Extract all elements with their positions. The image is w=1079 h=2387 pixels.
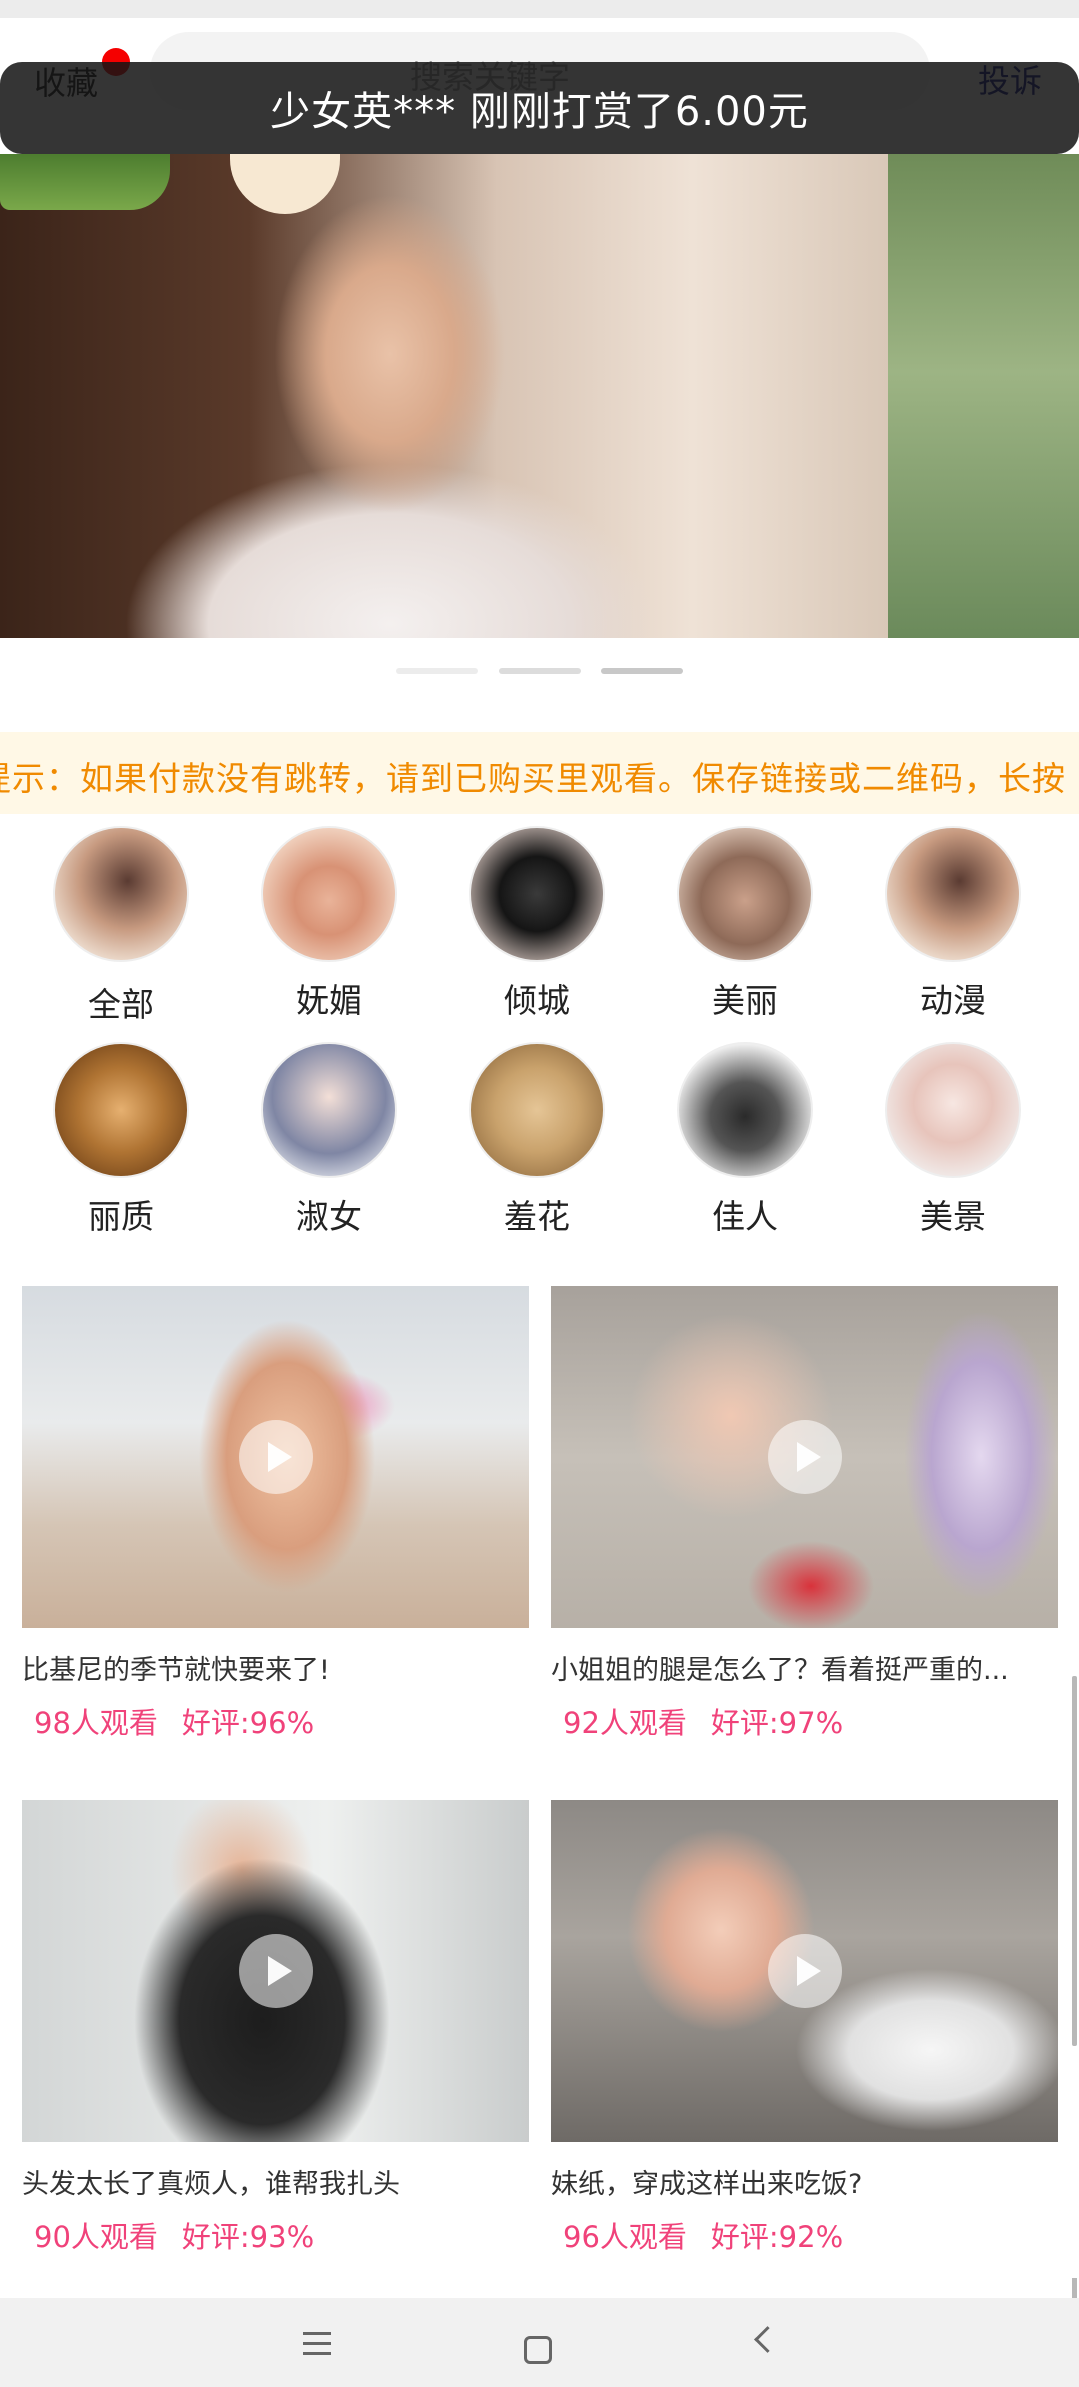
play-icon[interactable] xyxy=(239,1420,313,1494)
view-count: 98人观看 xyxy=(34,1706,158,1740)
video-stats: 96人观看 好评:92% xyxy=(563,2214,843,2256)
video-card[interactable]: 比基尼的季节就快要来了! 98人观看 好评:96% xyxy=(22,1286,529,1766)
banner-decor xyxy=(0,154,170,210)
banner-slide-image[interactable] xyxy=(0,154,888,638)
category-item[interactable]: 羞花 xyxy=(447,1042,627,1242)
video-title[interactable]: 妹纸，穿成这样出来吃饭? xyxy=(551,2162,1058,2201)
view-count: 96人观看 xyxy=(563,2220,687,2254)
category-item[interactable]: 丽质 xyxy=(31,1042,211,1242)
banner-carousel[interactable] xyxy=(0,154,1079,638)
video-thumbnail[interactable] xyxy=(551,1286,1058,1628)
play-icon[interactable] xyxy=(768,1934,842,2008)
notice-marquee: 提示：如果付款没有跳转，请到已购买里观看。保存链接或二维码，长按 xyxy=(0,732,1079,814)
video-card[interactable]: 头发太长了真烦人，谁帮我扎头 90人观看 好评:93% xyxy=(22,1800,529,2280)
category-thumb xyxy=(53,826,189,962)
video-thumbnail[interactable] xyxy=(22,1800,529,2142)
category-label: 美丽 xyxy=(712,981,778,1020)
status-bar xyxy=(0,0,1079,18)
category-thumb xyxy=(261,1042,397,1178)
category-thumb xyxy=(885,826,1021,962)
video-card[interactable]: 小姐姐的腿是怎么了？看着挺严重的... 92人观看 好评:97% xyxy=(551,1286,1058,1766)
category-item[interactable]: 美景 xyxy=(863,1042,1043,1242)
rating: 好评:96% xyxy=(181,1706,315,1740)
back-icon[interactable] xyxy=(736,2318,796,2368)
category-label: 淑女 xyxy=(296,1197,362,1236)
rating: 好评:92% xyxy=(710,2220,844,2254)
video-title[interactable]: 头发太长了真烦人，谁帮我扎头 xyxy=(22,2162,529,2201)
category-label: 美景 xyxy=(920,1197,986,1236)
category-label: 妩媚 xyxy=(296,981,362,1020)
category-item[interactable]: 淑女 xyxy=(239,1042,419,1242)
category-item[interactable]: 妩媚 xyxy=(239,826,419,1026)
video-thumbnail[interactable] xyxy=(22,1286,529,1628)
carousel-dot[interactable] xyxy=(396,668,478,674)
view-count: 90人观看 xyxy=(34,2220,158,2254)
category-label: 动漫 xyxy=(920,981,986,1020)
banner-decor xyxy=(230,154,340,214)
category-label: 佳人 xyxy=(712,1197,778,1236)
scrollbar[interactable] xyxy=(1072,1676,1077,2046)
category-label: 羞花 xyxy=(504,1197,570,1236)
category-label: 倾城 xyxy=(504,981,570,1020)
category-label: 丽质 xyxy=(88,1197,154,1236)
carousel-dot[interactable] xyxy=(499,668,581,674)
category-item[interactable]: 佳人 xyxy=(655,1042,835,1242)
view-count: 92人观看 xyxy=(563,1706,687,1740)
play-icon[interactable] xyxy=(239,1934,313,2008)
rating: 好评:97% xyxy=(710,1706,844,1740)
category-thumb xyxy=(53,1042,189,1178)
category-thumb xyxy=(469,826,605,962)
home-icon[interactable] xyxy=(524,2336,552,2364)
category-thumb xyxy=(469,1042,605,1178)
play-icon[interactable] xyxy=(768,1420,842,1494)
notice-text: 提示：如果付款没有跳转，请到已购买里观看。保存链接或二维码，长按 xyxy=(0,759,1066,798)
banner-next-slide[interactable] xyxy=(888,154,1079,638)
video-title[interactable]: 小姐姐的腿是怎么了？看着挺严重的... xyxy=(551,1648,1058,1687)
video-card[interactable]: 妹纸，穿成这样出来吃饭? 96人观看 好评:92% xyxy=(551,1800,1058,2280)
carousel-dot-active[interactable] xyxy=(601,668,683,674)
video-stats: 92人观看 好评:97% xyxy=(563,1700,843,1742)
menu-icon[interactable] xyxy=(287,2318,347,2368)
category-thumb xyxy=(885,1042,1021,1178)
page: 收藏 搜索关键字 投诉 少女英*** 刚刚打赏了6.00元 提示：如果付款没有跳… xyxy=(0,0,1079,2387)
category-thumb xyxy=(677,1042,813,1178)
category-item[interactable]: 倾城 xyxy=(447,826,627,1026)
category-item[interactable]: 动漫 xyxy=(863,826,1043,1026)
carousel-indicator xyxy=(0,668,1079,676)
video-title[interactable]: 比基尼的季节就快要来了! xyxy=(22,1648,529,1687)
video-stats: 98人观看 好评:96% xyxy=(34,1700,314,1742)
tip-toast: 少女英*** 刚刚打赏了6.00元 xyxy=(0,62,1079,154)
system-nav-bar xyxy=(0,2298,1079,2387)
rating: 好评:93% xyxy=(181,2220,315,2254)
category-thumb xyxy=(677,826,813,962)
category-label: 全部 xyxy=(88,985,154,1024)
category-item[interactable]: 全部 xyxy=(31,826,211,1026)
category-item[interactable]: 美丽 xyxy=(655,826,835,1026)
video-stats: 90人观看 好评:93% xyxy=(34,2214,314,2256)
video-thumbnail[interactable] xyxy=(551,1800,1058,2142)
category-thumb xyxy=(261,826,397,962)
